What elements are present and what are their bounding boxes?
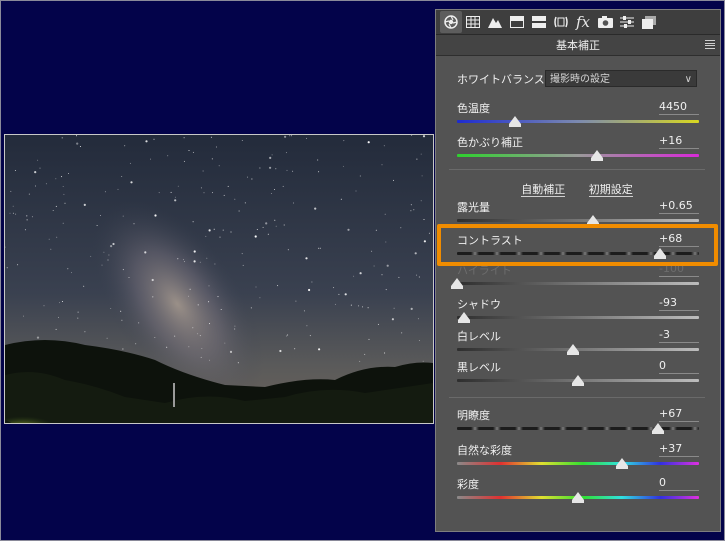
saturation-slider-thumb[interactable]	[572, 492, 584, 503]
vibrance-value[interactable]: +37	[659, 442, 699, 457]
exposure-label: 露光量	[457, 201, 490, 214]
whites-slider-thumb[interactable]	[567, 344, 580, 355]
exposure-slider-thumb[interactable]	[586, 215, 599, 226]
highlights-slider-thumb[interactable]	[451, 278, 463, 289]
temperature-label: 色温度	[457, 102, 490, 115]
blacks-value[interactable]: 0	[659, 359, 699, 374]
tint-label: 色かぶり補正	[457, 136, 523, 149]
whites-value[interactable]: -3	[659, 328, 699, 343]
temperature-value[interactable]: 4450	[659, 100, 699, 115]
vibrance-slider-thumb[interactable]	[615, 458, 628, 469]
blacks-slider-thumb[interactable]	[572, 375, 584, 386]
clarity-value[interactable]: +67	[659, 407, 699, 422]
white-balance-row: ホワイトバランス： 撮影時の設定 ∨	[457, 70, 701, 88]
tint-slider-thumb[interactable]	[591, 150, 604, 161]
divider	[449, 397, 705, 398]
vibrance-slider-track[interactable]	[457, 462, 699, 465]
photo-preview	[4, 134, 434, 424]
divider	[449, 169, 705, 170]
exposure-value[interactable]: +0.65	[659, 199, 699, 214]
highlights-label: ハイライト	[457, 264, 512, 277]
shadows-slider-track[interactable]	[457, 316, 699, 319]
shadows-value[interactable]: -93	[659, 296, 699, 311]
white-balance-select[interactable]: 撮影時の設定 ∨	[545, 70, 697, 87]
temperature-slider-track[interactable]	[457, 120, 699, 123]
auto-row: 自動補正 初期設定	[435, 181, 719, 197]
default-button[interactable]: 初期設定	[588, 183, 633, 197]
contrast-value[interactable]: +68	[659, 232, 699, 247]
vibrance-label: 自然な彩度	[457, 444, 512, 457]
saturation-value[interactable]: 0	[659, 476, 699, 491]
shadows-label: シャドウ	[457, 298, 501, 311]
white-balance-value: 撮影時の設定	[550, 74, 610, 85]
whites-label: 白レベル	[457, 330, 501, 343]
clarity-slider-thumb[interactable]	[651, 423, 664, 434]
clarity-label: 明瞭度	[457, 409, 490, 422]
tint-slider-track[interactable]	[457, 154, 699, 157]
highlights-slider-track[interactable]	[457, 282, 699, 285]
shadows-slider-thumb[interactable]	[458, 312, 471, 323]
highlights-value[interactable]: -100	[659, 262, 699, 277]
exposure-slider-track[interactable]	[457, 219, 699, 222]
contrast-label: コントラスト	[457, 234, 523, 247]
panel-content: ホワイトバランス： 撮影時の設定 ∨ 自動補正 初期設定 色温度 4450 色かぶり…	[435, 9, 719, 530]
blacks-label: 黒レベル	[457, 361, 501, 374]
auto-button[interactable]: 自動補正	[521, 183, 566, 197]
contrast-slider-thumb[interactable]	[654, 248, 667, 259]
tint-value[interactable]: +16	[659, 134, 699, 149]
temperature-slider-thumb[interactable]	[509, 116, 522, 127]
white-balance-label: ホワイトバランス：	[457, 73, 556, 86]
chevron-down-icon: ∨	[684, 74, 692, 85]
saturation-label: 彩度	[457, 478, 479, 491]
